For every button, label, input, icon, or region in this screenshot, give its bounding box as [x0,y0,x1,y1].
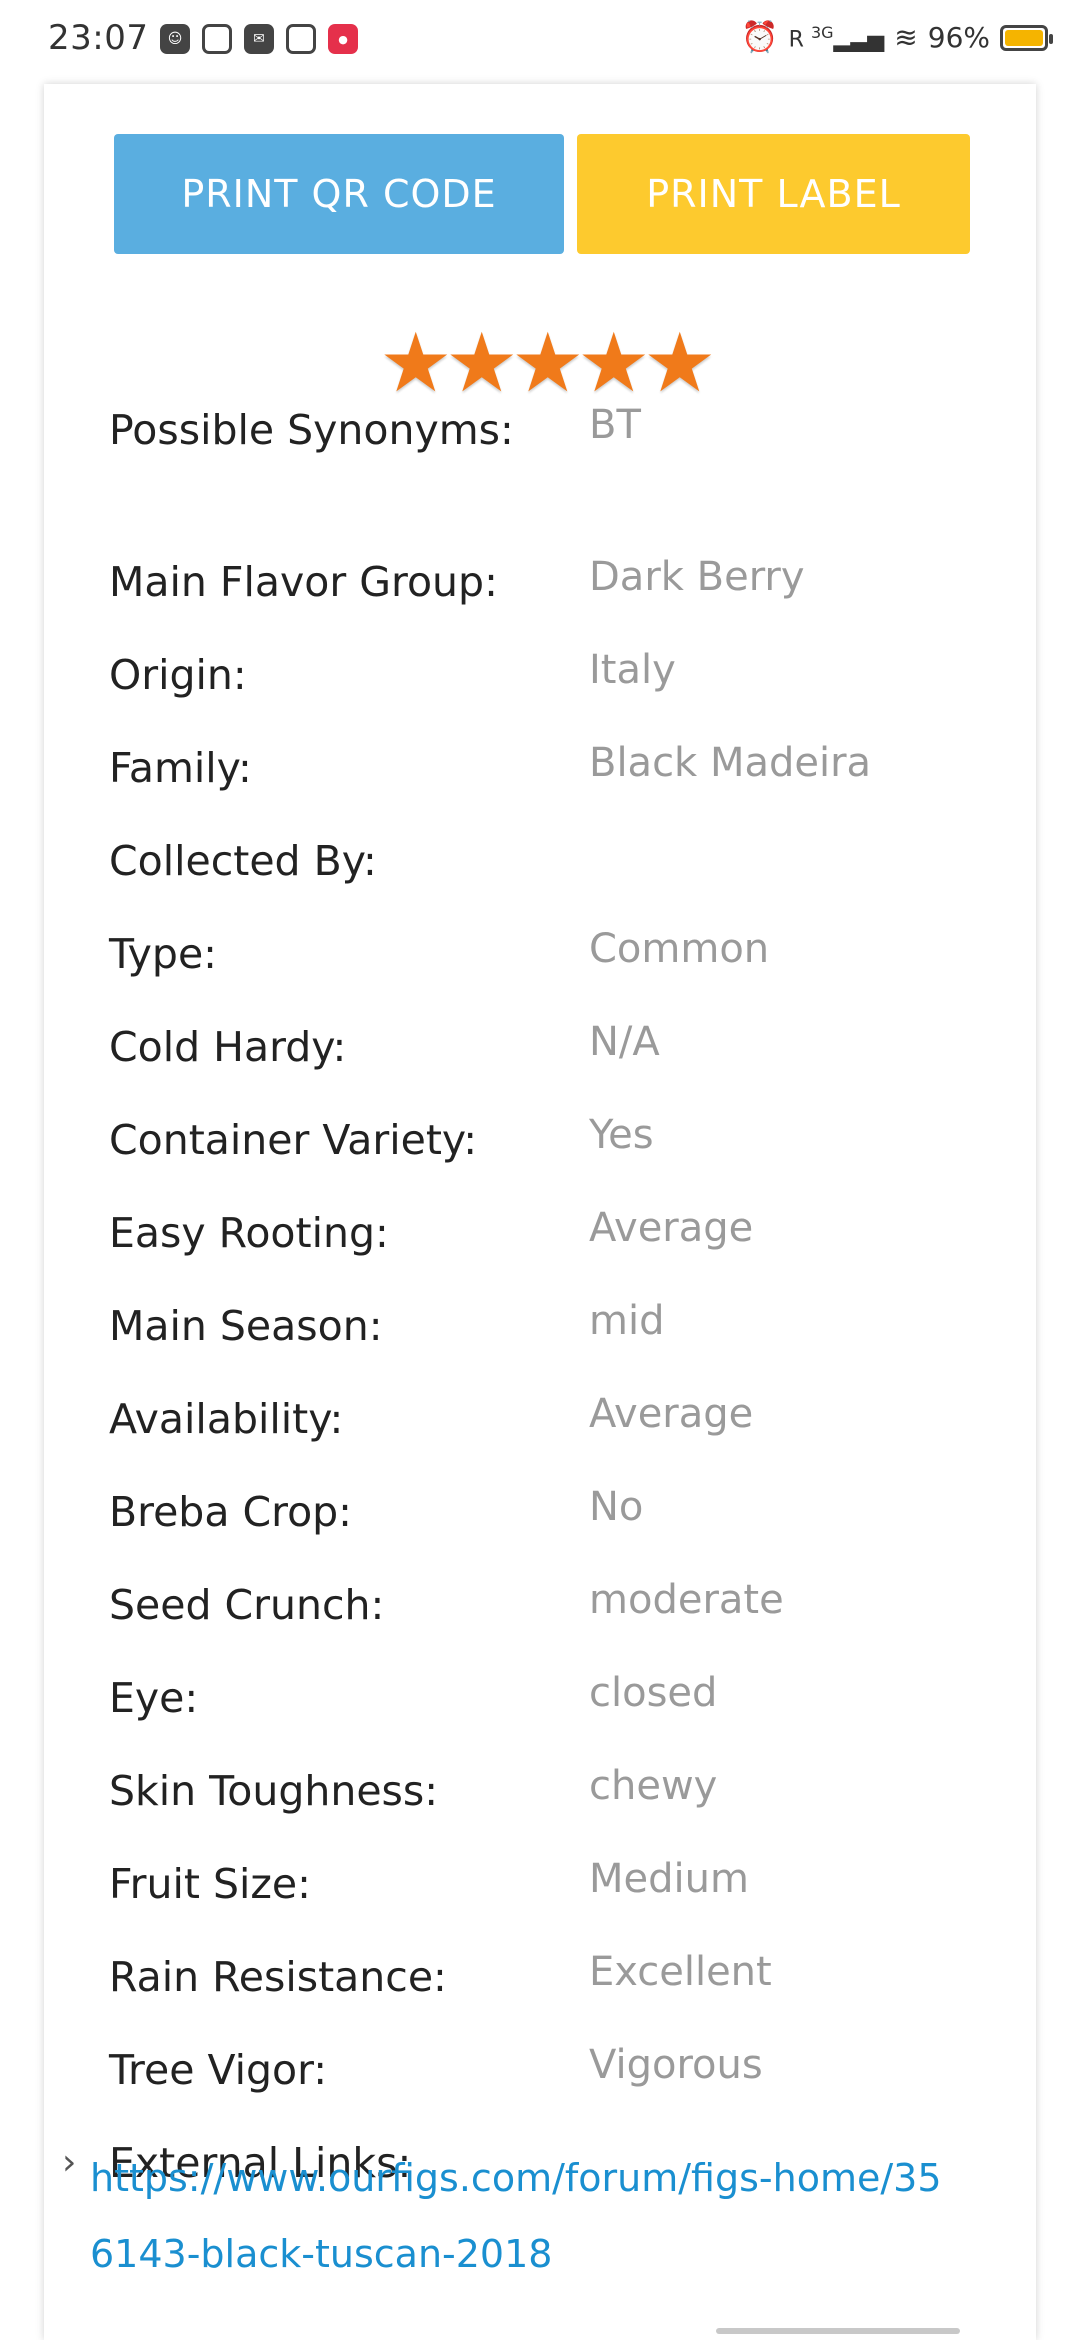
star-icon: ★ [511,316,585,411]
battery-percent: 96% [927,21,990,54]
detail-label: Type: [109,930,217,978]
detail-row-availability: Availability: Average [109,1391,989,1455]
detail-value: Average [589,1391,754,1437]
detail-label: Easy Rooting: [109,1209,389,1257]
detail-value: Excellent [589,1949,772,1995]
detail-label: Rain Resistance: [109,1953,447,2001]
detail-row-eye: Eye: closed [109,1670,989,1734]
wallet-icon [202,24,232,54]
detail-row-tree-vigor: Tree Vigor: Vigorous [109,2042,989,2106]
detail-value: Average [589,1205,754,1251]
leaf-icon [286,24,316,54]
detail-row-possible-synonyms: Possible Synonyms: BT [109,402,989,466]
detail-row-seed-crunch: Seed Crunch: moderate [109,1577,989,1641]
detail-value: mid [589,1298,665,1344]
signal-icon: R 3G▂▃▅ [788,22,885,53]
detail-value: Italy [589,647,676,693]
detail-row-fruit-size: Fruit Size: Medium [109,1856,989,1920]
detail-row-cold-hardy: Cold Hardy: N/A [109,1019,989,1083]
detail-label: Availability: [109,1395,344,1443]
network-type: 3G [810,22,834,42]
status-bar: 23:07 ☺ ✉ ● ⏰ R 3G▂▃▅ ≋ 96% [0,0,1080,84]
detail-value: N/A [589,1019,660,1065]
detail-value: moderate [589,1577,784,1623]
status-system-icons: ⏰ R 3G▂▃▅ ≋ 96% [741,20,1053,55]
detail-row-container-variety: Container Variety: Yes [109,1112,989,1176]
chevron-right-icon: › [62,2142,77,2183]
status-notification-icons: ☺ ✉ ● [160,24,358,54]
detail-row-skin-toughness: Skin Toughness: chewy [109,1763,989,1827]
detail-value: chewy [589,1763,718,1809]
detail-label: Breba Crop: [109,1488,352,1536]
star-icon: ★ [577,316,651,411]
scrollbar[interactable] [716,2328,960,2334]
status-time: 23:07 [48,18,149,58]
detail-row-origin: Origin: Italy [109,647,989,711]
external-link[interactable]: https://www.ourfigs.com/forum/figs-home/… [90,2140,950,2292]
detail-value: Common [589,926,770,972]
detail-row-family: Family: Black Madeira [109,740,989,804]
detail-label: Cold Hardy: [109,1023,347,1071]
detail-row-collected-by: Collected By: [109,837,989,897]
detail-value: BT [589,402,641,448]
detail-label: Eye: [109,1674,199,1722]
detail-row-main-flavor-group: Main Flavor Group: Dark Berry [109,554,989,618]
detail-value: Yes [589,1112,654,1158]
detail-row-breba-crop: Breba Crop: No [109,1484,989,1548]
app-red-icon: ● [328,24,358,54]
star-icon: ★ [643,316,717,411]
star-icon: ★ [379,316,453,411]
detail-label: Skin Toughness: [109,1767,439,1815]
detail-label: Container Variety: [109,1116,478,1164]
detail-label: Family: [109,744,252,792]
star-rating: ★ ★ ★ ★ ★ [374,316,717,411]
detail-label: Main Season: [109,1302,383,1350]
detail-value: closed [589,1670,718,1716]
detail-label: Main Flavor Group: [109,558,498,606]
alarm-icon: ⏰ [741,20,779,55]
battery-icon [1000,24,1053,51]
detail-value: No [589,1484,644,1530]
detail-value: Medium [589,1856,749,1902]
print-label-button[interactable]: PRINT LABEL [577,134,970,254]
star-icon: ★ [445,316,519,411]
detail-row-easy-rooting: Easy Rooting: Average [109,1205,989,1269]
print-qr-code-button[interactable]: PRINT QR CODE [114,134,564,254]
detail-label: Collected By: [109,837,377,885]
mail-icon: ✉ [244,24,274,54]
detail-value: Dark Berry [589,554,805,600]
wifi-icon: ≋ [894,21,918,54]
variety-detail-card: PRINT QR CODE PRINT LABEL ★ ★ ★ ★ ★ Poss… [44,84,1036,2340]
detail-label: Tree Vigor: [109,2046,328,2094]
robot-icon: ☺ [160,24,190,54]
detail-label: Fruit Size: [109,1860,311,1908]
detail-value: Vigorous [589,2042,763,2088]
detail-label: Possible Synonyms: [109,406,514,454]
detail-row-type: Type: Common [109,926,989,990]
detail-label: Seed Crunch: [109,1581,385,1629]
detail-label: Origin: [109,651,247,699]
detail-value: Black Madeira [589,740,872,786]
detail-row-rain-resistance: Rain Resistance: Excellent [109,1949,989,2013]
detail-row-main-season: Main Season: mid [109,1298,989,1362]
